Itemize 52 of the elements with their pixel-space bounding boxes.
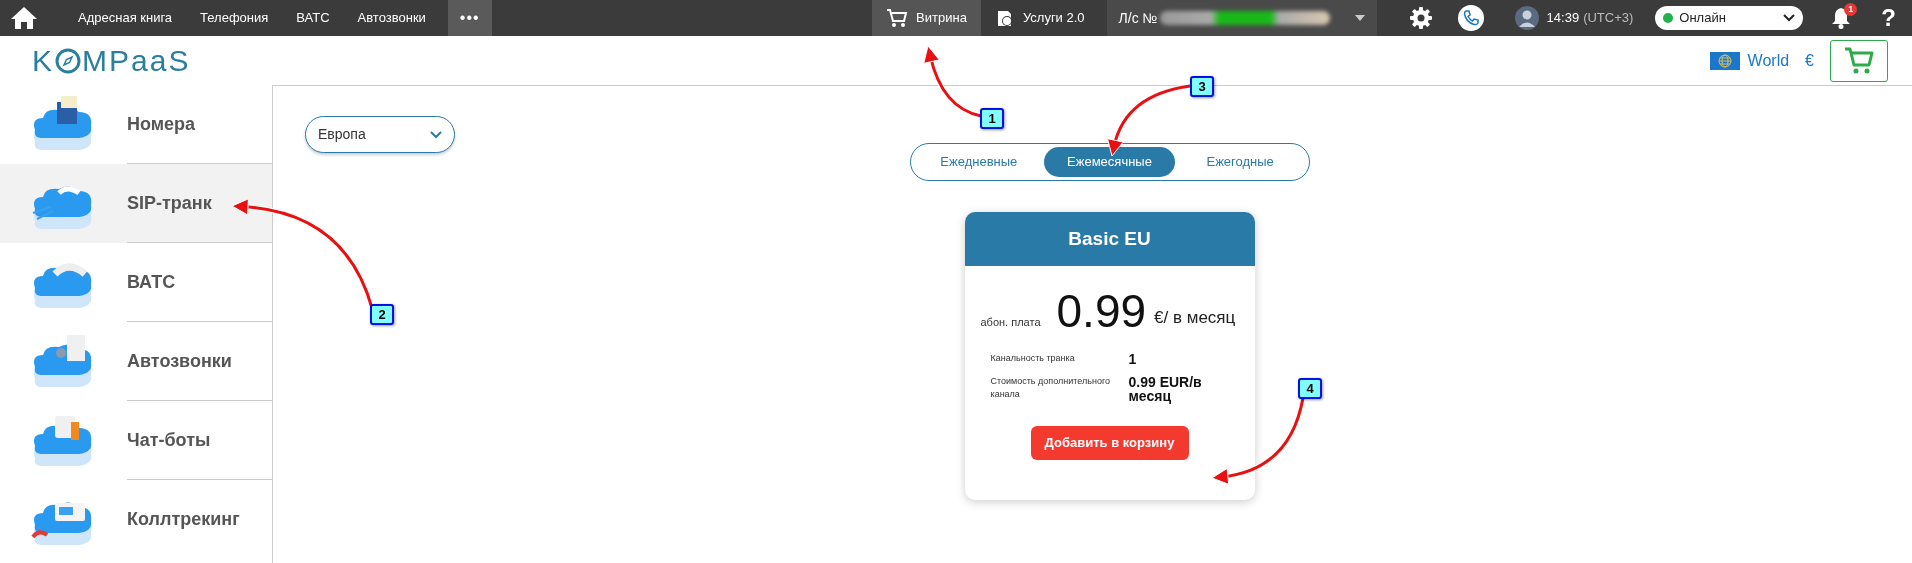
account-selector[interactable]: Л/с №: [1106, 0, 1377, 36]
period-tab[interactable]: Ежегодные: [1174, 147, 1306, 177]
detail-value: 0.99 EUR/в месяц: [1128, 374, 1203, 405]
logo-text: K: [32, 45, 54, 76]
caret-icon: [1354, 15, 1365, 21]
sidebar-item[interactable]: Автозвонки: [0, 322, 272, 401]
cart-icon: [1844, 46, 1874, 75]
chevron-down-icon: [430, 130, 442, 139]
sidebar-item[interactable]: Чат-боты: [0, 401, 272, 480]
period-tab[interactable]: Ежедневные: [913, 147, 1045, 177]
timezone: (UTC+3): [1583, 9, 1634, 28]
sidebar-item[interactable]: Номера: [0, 85, 272, 164]
status-select[interactable]: Онлайн: [1655, 6, 1804, 30]
bell-icon[interactable]: [1831, 7, 1852, 29]
settings-icon[interactable]: [1408, 6, 1433, 30]
region-select[interactable]: Европа: [305, 116, 455, 153]
compass-icon: [55, 47, 81, 74]
avatar[interactable]: [1514, 6, 1539, 30]
currency-label[interactable]: €: [1805, 48, 1814, 73]
callout-number: 1: [980, 108, 1004, 129]
chevron-down-icon: [1783, 14, 1796, 22]
nav-link[interactable]: Телефония: [186, 0, 283, 36]
plan-title: Basic EU: [1068, 226, 1151, 251]
callout-number: 2: [370, 304, 394, 325]
detail-label: Канальность транка: [990, 352, 1076, 365]
price-unit: €/ в месяц: [1154, 306, 1236, 329]
nav-link[interactable]: Адресная книга: [64, 0, 187, 36]
period-tab[interactable]: Ежемесячные: [1044, 147, 1175, 177]
top-nav-tab[interactable]: Услуги 2.0: [980, 0, 1099, 36]
logo-text: MPaaS: [82, 45, 191, 76]
fee-label: абон. плата: [980, 314, 1041, 330]
nav-link[interactable]: Автозвонки: [343, 0, 440, 36]
detail-value: 1: [1128, 352, 1138, 367]
globe-icon: [1709, 51, 1740, 70]
top-nav-tab[interactable]: Витрина: [872, 0, 981, 36]
add-to-cart-button[interactable]: Добавить в корзину: [1030, 426, 1189, 461]
price: 0.99: [1056, 288, 1147, 334]
help-button[interactable]: ?: [1881, 0, 1896, 36]
sidebar-item[interactable]: Коллтрекинг: [0, 480, 272, 559]
notification-badge: 1: [1844, 3, 1858, 16]
cart-icon: [886, 8, 909, 28]
detail-label: Стоимость дополнительного канала: [990, 374, 1111, 402]
cart-button[interactable]: [1830, 39, 1888, 82]
more-button[interactable]: •••: [447, 0, 492, 36]
nav-link[interactable]: ВАТС: [282, 0, 344, 36]
phone-icon[interactable]: [1456, 4, 1485, 32]
callout-number: 3: [1190, 76, 1214, 97]
sidebar-item[interactable]: SIP-транк: [0, 164, 272, 243]
region-label[interactable]: World: [1747, 48, 1790, 73]
sidebar-item[interactable]: ВАТС: [0, 243, 272, 322]
callout-number: 4: [1298, 378, 1322, 399]
clock-time: 14:39: [1546, 9, 1580, 28]
